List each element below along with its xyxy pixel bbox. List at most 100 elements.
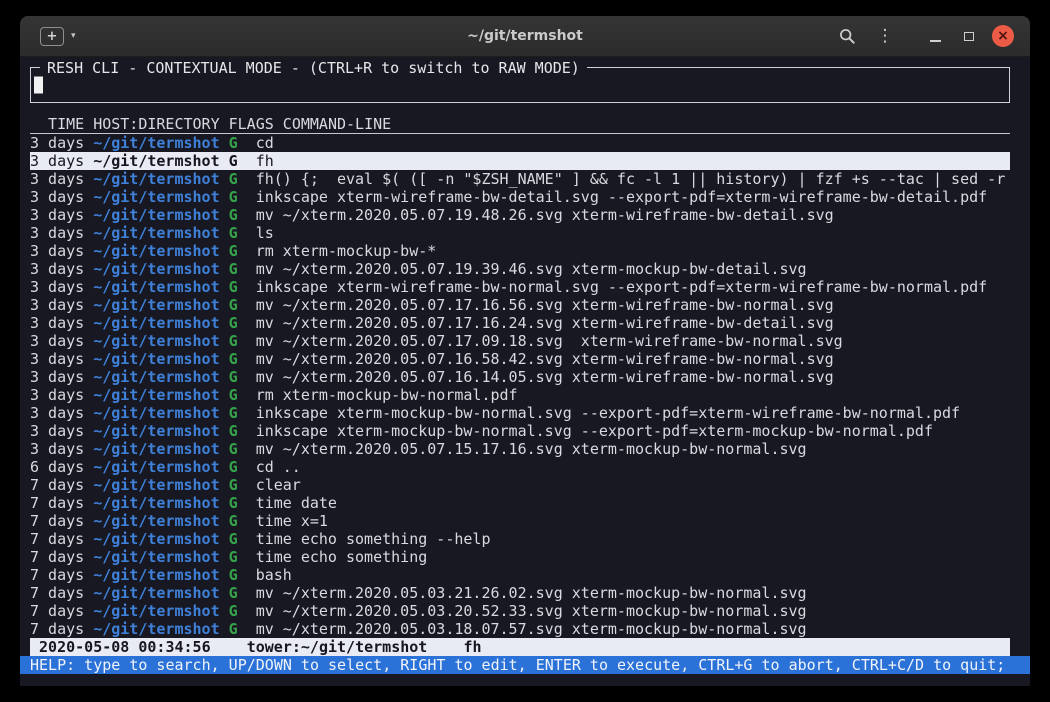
history-row[interactable]: 3 days~/git/termshotGls (30, 224, 1010, 242)
menu-kebab-icon[interactable]: ⋮ (872, 23, 898, 49)
row-command: mv ~/xterm.2020.05.03.21.26.02.svg xterm… (256, 584, 807, 602)
row-time: 7 days (30, 584, 84, 602)
history-row[interactable]: 3 days~/git/termshotGinkscape xterm-wire… (30, 278, 1010, 296)
minimize-button[interactable] (922, 23, 948, 49)
row-command: inkscape xterm-wireframe-bw-normal.svg -… (256, 278, 988, 296)
row-directory: ~/git/termshot (93, 188, 219, 206)
history-row[interactable]: 3 days~/git/termshotGfh (30, 152, 1010, 170)
row-flags: G (229, 152, 238, 170)
row-directory: ~/git/termshot (93, 404, 219, 422)
history-row[interactable]: 3 days~/git/termshotGmv ~/xterm.2020.05.… (30, 332, 1010, 350)
history-row[interactable]: 3 days~/git/termshotGmv ~/xterm.2020.05.… (30, 260, 1010, 278)
close-button[interactable]: × (992, 25, 1014, 47)
row-command: clear (256, 476, 301, 494)
row-directory: ~/git/termshot (93, 512, 219, 530)
history-row[interactable]: 6 days~/git/termshotGcd .. (30, 458, 1010, 476)
magnifier-glyph (839, 28, 856, 45)
history-row[interactable]: 3 days~/git/termshotGfh() {; eval $( ([ … (30, 170, 1010, 188)
row-flags: G (229, 566, 238, 584)
history-row[interactable]: 3 days~/git/termshotGinkscape xterm-wire… (30, 188, 1010, 206)
row-directory: ~/git/termshot (93, 440, 219, 458)
row-directory: ~/git/termshot (93, 386, 219, 404)
row-command: rm xterm-mockup-bw-normal.pdf (256, 386, 518, 404)
history-row[interactable]: 3 days~/git/termshotGrm xterm-mockup-bw-… (30, 242, 1010, 260)
row-time: 3 days (30, 260, 84, 278)
row-command: mv ~/xterm.2020.05.07.19.48.26.svg xterm… (256, 206, 834, 224)
history-row[interactable]: 3 days~/git/termshotGcd (30, 134, 1010, 152)
history-row[interactable]: 7 days~/git/termshotGclear (30, 476, 1010, 494)
row-time: 3 days (30, 224, 84, 242)
new-tab-button[interactable]: + (40, 27, 64, 46)
row-directory: ~/git/termshot (93, 170, 219, 188)
history-row[interactable]: 3 days~/git/termshotGmv ~/xterm.2020.05.… (30, 206, 1010, 224)
terminal-content[interactable]: RESH CLI - CONTEXTUAL MODE - (CTRL+R to … (20, 57, 1030, 686)
row-time: 7 days (30, 620, 84, 638)
row-command: cd .. (256, 458, 301, 476)
history-row[interactable]: 7 days~/git/termshotGtime date (30, 494, 1010, 512)
row-command: time x=1 (256, 512, 328, 530)
row-directory: ~/git/termshot (93, 548, 219, 566)
row-directory: ~/git/termshot (93, 278, 219, 296)
history-row[interactable]: 7 days~/git/termshotGmv ~/xterm.2020.05.… (30, 620, 1010, 638)
row-time: 7 days (30, 548, 84, 566)
row-command: fh() {; eval $( ([ -n "$ZSH_NAME" ] && f… (256, 170, 1006, 188)
row-time: 3 days (30, 296, 84, 314)
history-row[interactable]: 3 days~/git/termshotGinkscape xterm-mock… (30, 404, 1010, 422)
row-command: inkscape xterm-wireframe-bw-detail.svg -… (256, 188, 988, 206)
row-flags: G (229, 260, 238, 278)
history-row[interactable]: 3 days~/git/termshotGrm xterm-mockup-bw-… (30, 386, 1010, 404)
restore-button[interactable] (956, 23, 982, 49)
row-flags: G (229, 224, 238, 242)
search-box-title: RESH CLI - CONTEXTUAL MODE - (CTRL+R to … (40, 59, 587, 77)
row-time: 7 days (30, 494, 84, 512)
history-row[interactable]: 3 days~/git/termshotGmv ~/xterm.2020.05.… (30, 350, 1010, 368)
history-row[interactable]: 7 days~/git/termshotGmv ~/xterm.2020.05.… (30, 602, 1010, 620)
row-time: 3 days (30, 278, 84, 296)
history-table-header: TIME HOST:DIRECTORY FLAGS COMMAND-LINE (30, 115, 1010, 134)
row-directory: ~/git/termshot (93, 458, 219, 476)
history-row[interactable]: 7 days~/git/termshotGtime echo something… (30, 530, 1010, 548)
row-flags: G (229, 458, 238, 476)
history-row[interactable]: 3 days~/git/termshotGmv ~/xterm.2020.05.… (30, 368, 1010, 386)
history-row[interactable]: 7 days ~/git/termshot Gmv ~/xterm.2020.05.… (30, 584, 1010, 602)
history-row[interactable]: 3 days~/git/termshotGmv ~/xterm.2020.05.… (30, 440, 1010, 458)
row-flags: G (229, 404, 238, 422)
row-directory: ~/git/termshot (93, 224, 219, 242)
row-flags: G (229, 476, 238, 494)
row-directory: ~/git/termshot (93, 206, 219, 224)
row-directory: ~/git/termshot (93, 332, 219, 350)
row-time: 7 days (30, 512, 84, 530)
row-command: bash (256, 566, 292, 584)
row-time: 3 days (30, 134, 84, 152)
history-row[interactable]: 3 days~/git/termshotGinkscape xterm-mock… (30, 422, 1010, 440)
history-row[interactable]: 7 days~/git/termshotGbash (30, 566, 1010, 584)
row-directory: ~/git/termshot (93, 584, 219, 602)
row-flags: G (229, 530, 238, 548)
row-time: 3 days (30, 422, 84, 440)
row-command: mv ~/xterm.2020.05.07.17.16.24.svg xterm… (256, 314, 834, 332)
row-flags: G (229, 440, 238, 458)
header-time: TIME (30, 115, 84, 133)
row-time: 3 days (30, 386, 84, 404)
row-time: 7 days (30, 602, 84, 620)
search-icon[interactable] (834, 23, 860, 49)
history-row[interactable]: 7 days~/git/termshotGtime x=1 (30, 512, 1010, 530)
history-row[interactable]: 7 days~/git/termshotGtime echo something (30, 548, 1010, 566)
history-row[interactable]: 3 days~/git/termshotGmv ~/xterm.2020.05.… (30, 314, 1010, 332)
history-row[interactable]: 3 days~/git/termshotGmv ~/xterm.2020.05.… (30, 296, 1010, 314)
chevron-down-icon[interactable]: ▾ (71, 31, 76, 41)
titlebar[interactable]: + ▾ ~/git/termshot ⋮ × (20, 16, 1030, 57)
row-directory: ~/git/termshot (93, 530, 219, 548)
minimize-icon (930, 40, 941, 42)
row-flags: G (229, 314, 238, 332)
row-command: cd (256, 134, 274, 152)
history-list: 3 days~/git/termshotGcd3 days~/git/terms… (30, 134, 1010, 638)
row-directory: ~/git/termshot (93, 260, 219, 278)
row-directory: ~/git/termshot (93, 296, 219, 314)
row-time: 3 days (30, 314, 84, 332)
row-time: 3 days (30, 368, 84, 386)
row-flags: G (229, 422, 238, 440)
status-location: tower:~/git/termshot (247, 638, 428, 656)
row-flags: G (229, 584, 238, 602)
row-time: 3 days (30, 242, 84, 260)
